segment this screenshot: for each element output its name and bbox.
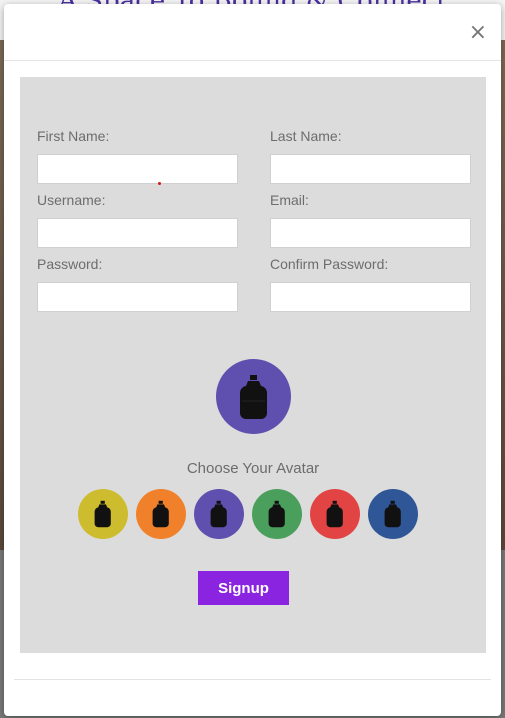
bottle-icon (268, 500, 285, 528)
last-name-group: Last Name: (270, 128, 471, 184)
modal-footer-divider (14, 679, 491, 680)
first-name-input[interactable] (37, 154, 238, 184)
selected-avatar (216, 359, 291, 434)
bottle-icon (384, 500, 401, 528)
last-name-input[interactable] (270, 154, 471, 184)
avatar-options (78, 489, 428, 539)
avatar-option-1[interactable] (78, 489, 128, 539)
confirm-password-group: Confirm Password: (270, 256, 471, 312)
avatar-option-4[interactable] (252, 489, 302, 539)
confirm-password-label: Confirm Password: (270, 256, 389, 272)
username-group: Username: (37, 192, 238, 248)
username-input[interactable] (37, 218, 238, 248)
username-label: Username: (37, 192, 106, 208)
password-group: Password: (37, 256, 238, 312)
signup-button[interactable]: Signup (198, 571, 289, 605)
signup-modal: × First Name: Last Name: Username: Email… (4, 4, 501, 716)
close-button[interactable]: × (469, 22, 487, 44)
password-input[interactable] (37, 282, 238, 312)
bottle-icon (152, 500, 169, 528)
email-group: Email: (270, 192, 471, 248)
avatar-option-2[interactable] (136, 489, 186, 539)
confirm-password-input[interactable] (270, 282, 471, 312)
bottle-icon (326, 500, 343, 528)
last-name-label: Last Name: (270, 128, 342, 144)
signup-form: First Name: Last Name: Username: Email: … (20, 77, 486, 653)
email-label: Email: (270, 192, 309, 208)
bottle-icon (94, 500, 111, 528)
avatar-option-3[interactable] (194, 489, 244, 539)
choose-avatar-title: Choose Your Avatar (186, 460, 320, 477)
bottle-icon (210, 500, 227, 528)
email-input[interactable] (270, 218, 471, 248)
first-name-label: First Name: (37, 128, 110, 144)
modal-header: × (4, 4, 501, 61)
bottle-icon (239, 374, 267, 419)
cursor-dot (158, 182, 161, 185)
password-label: Password: (37, 256, 103, 272)
avatar-option-6[interactable] (368, 489, 418, 539)
avatar-option-5[interactable] (310, 489, 360, 539)
first-name-group: First Name: (37, 128, 238, 184)
